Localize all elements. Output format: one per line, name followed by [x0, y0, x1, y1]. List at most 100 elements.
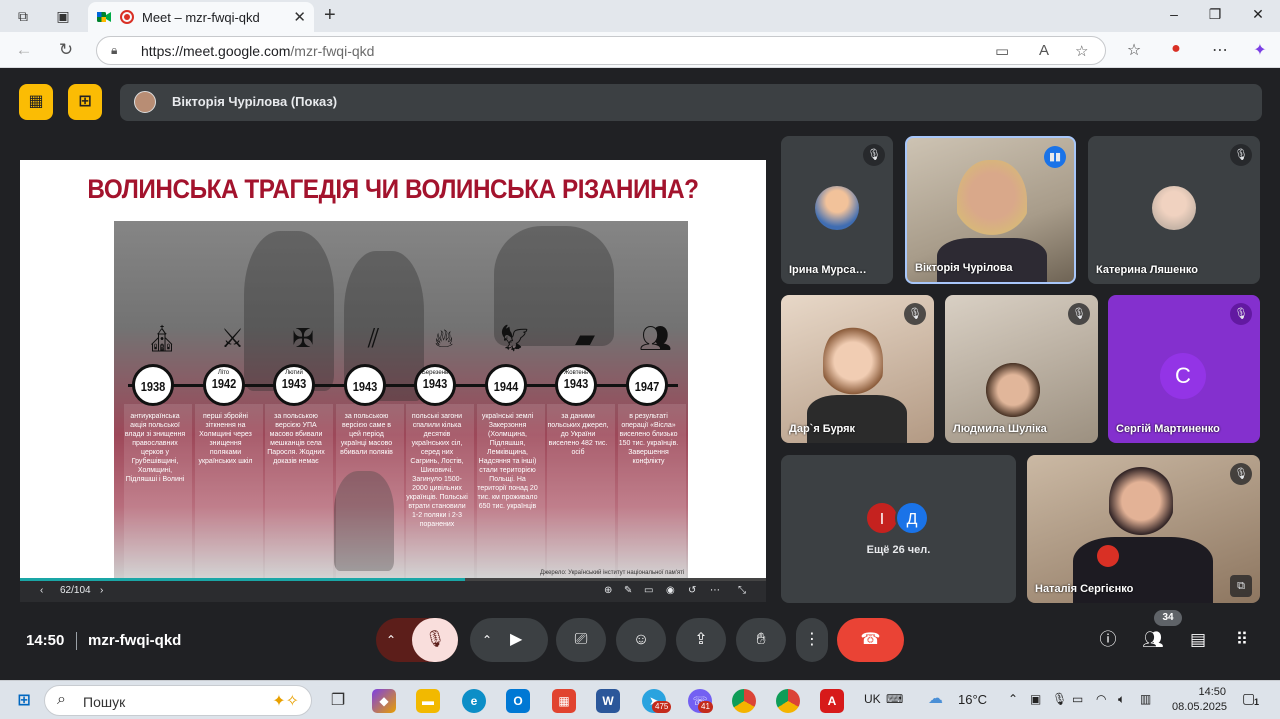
- wifi-icon[interactable]: ◠: [1096, 692, 1106, 706]
- task-view-icon[interactable]: ❐: [326, 689, 350, 713]
- weather-icon[interactable]: ☁: [928, 689, 943, 707]
- participant-name: Наталія Сергієнко: [1035, 583, 1134, 595]
- file-explorer-icon[interactable]: ▬: [416, 689, 440, 713]
- mic-options-icon[interactable]: ⌃: [386, 618, 396, 662]
- camera-options-icon[interactable]: ⌃: [482, 618, 492, 662]
- favorites-icon[interactable]: ☆: [1124, 40, 1144, 60]
- back-arrow-icon[interactable]: ←: [14, 40, 34, 60]
- camera-in-use-icon[interactable]: ▭: [995, 42, 1009, 60]
- close-window-button[interactable]: ✕: [1248, 6, 1268, 23]
- store-icon[interactable]: ▦: [552, 689, 576, 713]
- layout-icon[interactable]: ⊞: [68, 84, 102, 120]
- search-icon: ⌕: [57, 691, 66, 708]
- participant-tile[interactable]: С 🎙︎ Сергій Мартиненко: [1108, 295, 1260, 443]
- camera-group: ⌃ ▶: [470, 618, 548, 662]
- participant-tile[interactable]: 🎙︎ Ірина Мурса…: [781, 136, 893, 284]
- speaking-indicator-icon: ▮▮: [1044, 146, 1066, 168]
- keyboard-icon[interactable]: ⌨: [886, 692, 903, 706]
- mic-off-button[interactable]: 🎙︎: [412, 618, 458, 662]
- chat-icon[interactable]: ▤: [1186, 628, 1210, 652]
- reload-icon[interactable]: ↻: [56, 40, 76, 60]
- meeting-info-icon[interactable]: ⓘ: [1096, 628, 1120, 652]
- minimize-button[interactable]: –: [1164, 6, 1184, 22]
- audio-icon[interactable]: ◉: [666, 585, 675, 596]
- taskbar-search[interactable]: ⌕ Пошук ✦✧: [44, 685, 312, 716]
- language-indicator[interactable]: UK: [864, 692, 881, 706]
- people-icon[interactable]: 👥︎: [1141, 628, 1165, 652]
- captions-icon[interactable]: ▭: [644, 585, 653, 596]
- trident-cross-icon: ✠: [292, 323, 314, 353]
- participant-tile[interactable]: 🎙︎ Людмила Шуліка: [945, 295, 1098, 443]
- participant-tile[interactable]: 🎙︎ Катерина Ляшенко: [1088, 136, 1260, 284]
- eagle-icon: 🦅︎: [497, 323, 531, 353]
- read-aloud-icon[interactable]: A: [1039, 42, 1049, 59]
- host-controls-icon[interactable]: ▦: [19, 84, 53, 120]
- raise-hand-button[interactable]: ✋︎: [736, 618, 786, 662]
- pen-icon[interactable]: ✎: [624, 585, 632, 596]
- participant-avatar: [815, 186, 859, 230]
- timeline-year-circle: 1938: [132, 364, 174, 406]
- display-icon[interactable]: ▥: [1140, 692, 1151, 706]
- fullscreen-exit-icon[interactable]: ⤡: [738, 585, 746, 596]
- slide-caption: Джерело: Український інститут національн…: [540, 570, 685, 576]
- more-menu-icon[interactable]: ⋯: [1210, 40, 1230, 60]
- tab-close-icon[interactable]: ✕: [293, 8, 306, 26]
- copilot-icon[interactable]: ✦: [1250, 40, 1270, 60]
- present-button[interactable]: ⇪: [676, 618, 726, 662]
- participant-name: Сергій Мартиненко: [1116, 423, 1220, 435]
- extension-icon[interactable]: ●: [1166, 40, 1186, 58]
- timeline-description: українські землі Закерзоння (Холмщина, П…: [477, 413, 538, 510]
- participant-tile[interactable]: 🎙︎ Дар`я Буряк: [781, 295, 934, 443]
- participant-tile-speaking[interactable]: ▮▮ Вікторія Чурілова: [905, 136, 1076, 284]
- captions-button[interactable]: ⎚: [556, 618, 606, 662]
- next-slide-button[interactable]: ›: [100, 585, 103, 596]
- camera-button[interactable]: ▶: [510, 618, 522, 662]
- word-icon[interactable]: W: [596, 689, 620, 713]
- workspaces-icon[interactable]: ⧉: [14, 7, 32, 25]
- activities-icon[interactable]: ⠿: [1230, 628, 1254, 652]
- reactions-button[interactable]: ☺: [616, 618, 666, 662]
- slide-more-icon[interactable]: ⋯: [710, 585, 720, 596]
- taskbar-clock[interactable]: 14:50 08.05.2025: [1172, 686, 1227, 713]
- participant-letter-avatar: С: [1160, 353, 1206, 399]
- presenter-avatar: [134, 91, 156, 113]
- slide-page: 62/104: [60, 585, 91, 596]
- camera-tray-icon[interactable]: ▣: [1030, 692, 1041, 706]
- favorite-star-icon[interactable]: ☆: [1075, 42, 1088, 60]
- outlook-icon[interactable]: O: [506, 689, 530, 713]
- end-call-button[interactable]: ☎︎: [837, 618, 904, 662]
- acrobat-icon[interactable]: A: [820, 689, 844, 713]
- microphone-tray-icon[interactable]: 🎙︎: [1052, 692, 1067, 706]
- battery-icon[interactable]: ▭: [1072, 692, 1083, 706]
- mic-off-icon: 🎙︎: [1068, 303, 1090, 325]
- edge-icon[interactable]: e: [462, 689, 486, 713]
- pip-icon[interactable]: ⧉: [1230, 575, 1252, 597]
- participant-name: Ірина Мурса…: [789, 264, 867, 276]
- mic-off-icon: 🎙︎: [863, 144, 885, 166]
- shared-screen: ВОЛИНСЬКА ТРАГЕДІЯ ЧИ ВОЛИНСЬКА РІЗАНИНА…: [20, 136, 766, 602]
- participant-tile[interactable]: 🎙︎ Наталія Сергієнко ⧉: [1027, 455, 1260, 603]
- meeting-code: mzr-fwqi-qkd: [88, 632, 182, 649]
- maximize-button[interactable]: ❐: [1205, 6, 1225, 23]
- rewind-icon[interactable]: ↺: [688, 585, 696, 596]
- timeline-description: польські загони спалили кілька десятків …: [406, 413, 468, 528]
- temperature[interactable]: 16°C: [958, 692, 987, 707]
- zoom-icon[interactable]: ⊕: [604, 585, 612, 596]
- url-host: https://meet.google.com: [141, 43, 291, 59]
- chrome-profile-icon[interactable]: [732, 689, 756, 713]
- more-options-button[interactable]: ⋮: [796, 618, 828, 662]
- prev-slide-button[interactable]: ‹: [40, 585, 43, 596]
- taskbar-time: 14:50: [1198, 686, 1226, 698]
- other-avatar: Д: [895, 501, 929, 535]
- tray-expand-icon[interactable]: ⌃: [1008, 692, 1018, 706]
- tab-actions-icon[interactable]: ▣: [54, 7, 72, 25]
- other-participants-tile[interactable]: І Д Ещё 26 чел.: [781, 455, 1016, 603]
- start-icon[interactable]: ⊞: [12, 689, 36, 713]
- copilot-app-icon[interactable]: ◆: [372, 689, 396, 713]
- url-field[interactable]: 🔒︎ https://meet.google.com/mzr-fwqi-qkd …: [96, 36, 1106, 65]
- new-tab-button[interactable]: +: [324, 4, 336, 27]
- participant-avatar: [1152, 186, 1196, 230]
- chrome-icon[interactable]: [776, 689, 800, 713]
- volume-icon[interactable]: 🔈︎: [1118, 692, 1125, 707]
- browser-tab[interactable]: Meet – mzr-fwqi-qkd ✕: [88, 2, 314, 32]
